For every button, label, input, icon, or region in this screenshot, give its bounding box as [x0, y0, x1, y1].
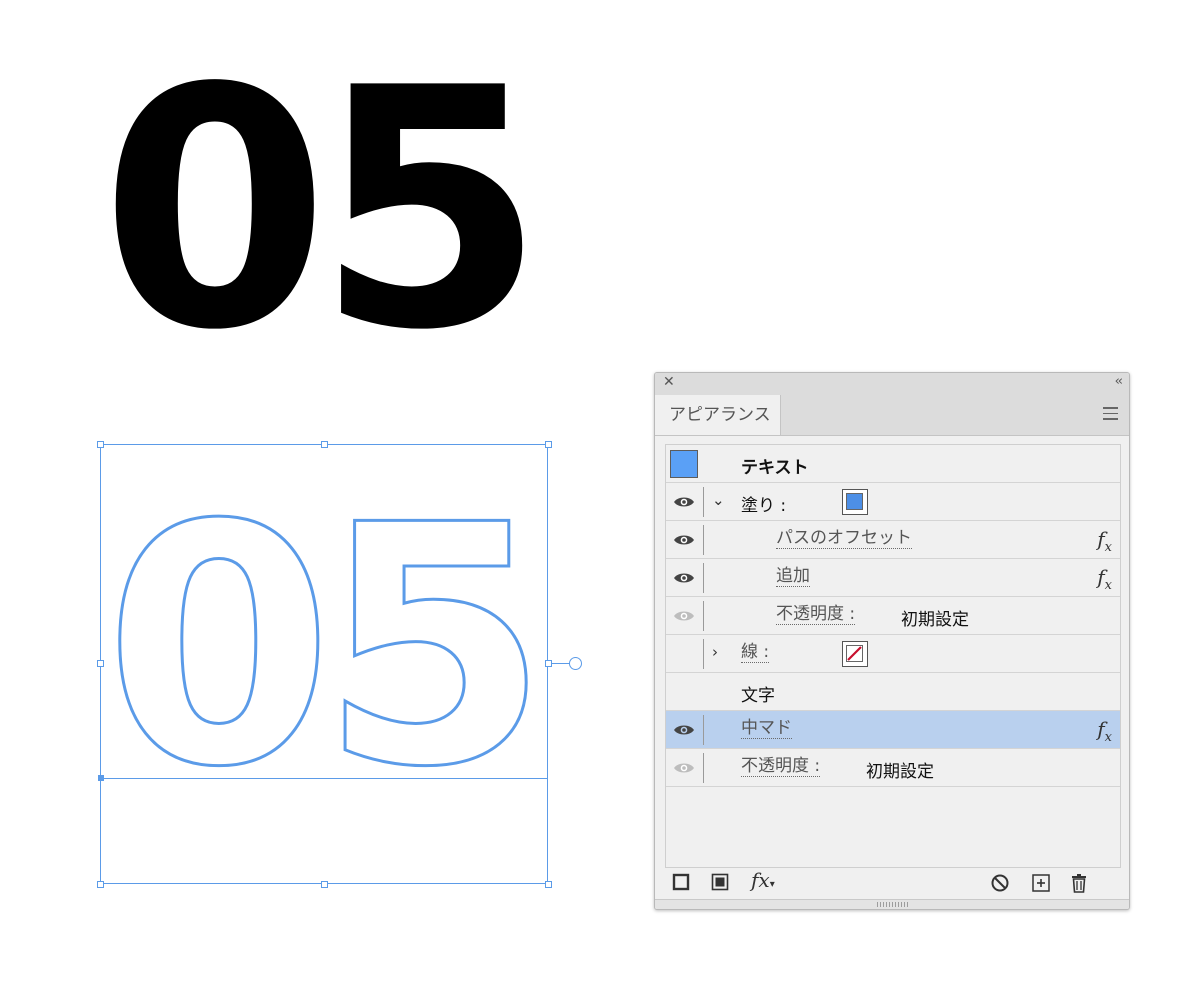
- row-stroke[interactable]: › 線 :: [666, 635, 1120, 673]
- row-label: 文字: [741, 686, 775, 706]
- effect-link[interactable]: パスのオフセット: [776, 529, 912, 549]
- row-fill[interactable]: ⌄ 塗り :: [666, 483, 1120, 521]
- row-divider: [703, 715, 704, 745]
- panel-menu-icon[interactable]: [1103, 403, 1121, 425]
- stroke-none-swatch[interactable]: [842, 641, 868, 667]
- fx-icon: fx: [1097, 527, 1112, 555]
- handle-bottom-center[interactable]: [321, 881, 328, 888]
- fx-icon: fx: [1097, 717, 1112, 745]
- opacity-link[interactable]: 不透明度 :: [776, 605, 856, 625]
- appearance-panel: ✕ ‹‹ アピアランス テキスト ⌄ 塗り : パスのオフセット fx 追加 f…: [654, 372, 1130, 910]
- text-thumbnail-swatch: [670, 450, 698, 478]
- fx-icon: fx: [1097, 565, 1112, 593]
- trash-icon[interactable]: [1067, 871, 1091, 895]
- row-divider: [703, 525, 704, 555]
- eye-icon[interactable]: [666, 521, 704, 558]
- text-threading-port[interactable]: [569, 657, 582, 670]
- eye-icon[interactable]: [666, 483, 704, 520]
- row-text-object[interactable]: テキスト: [666, 445, 1120, 483]
- row-fill-opacity[interactable]: 不透明度 : 初期設定: [666, 597, 1120, 635]
- handle-top-right[interactable]: [545, 441, 552, 448]
- chevron-right-icon[interactable]: ›: [712, 643, 718, 661]
- add-fill-icon[interactable]: [709, 871, 733, 895]
- opacity-value: 初期設定: [866, 762, 934, 782]
- fill-color-chip: [846, 493, 863, 510]
- row-add[interactable]: 追加 fx: [666, 559, 1120, 597]
- duplicate-icon[interactable]: [1029, 871, 1053, 895]
- row-characters[interactable]: 文字: [666, 673, 1120, 711]
- appearance-list: テキスト ⌄ 塗り : パスのオフセット fx 追加 fx 不透明度: 初期設…: [665, 444, 1121, 868]
- row-label: テキスト: [741, 458, 809, 478]
- dropdown-caret-icon: ▾: [769, 879, 775, 890]
- row-naka-mado[interactable]: 中マド fx: [666, 711, 1120, 749]
- add-effect-button[interactable]: fx▾: [751, 868, 775, 892]
- handle-top-left[interactable]: [97, 441, 104, 448]
- solid-number-text[interactable]: 05: [100, 40, 570, 380]
- row-divider: [703, 563, 704, 593]
- collapse-icon[interactable]: ‹‹: [1115, 374, 1124, 389]
- row-divider: [703, 753, 704, 783]
- fill-color-swatch[interactable]: [842, 489, 868, 515]
- panel-tabbar: アピアランス: [655, 395, 1129, 436]
- grip-lines: [877, 902, 909, 907]
- stroke-none-chip: [846, 645, 863, 662]
- add-stroke-icon[interactable]: [670, 871, 694, 895]
- row-offset-path[interactable]: パスのオフセット fx: [666, 521, 1120, 559]
- selection-bounding-box[interactable]: [100, 444, 548, 884]
- effect-link[interactable]: 中マド: [741, 719, 792, 739]
- row-divider: [703, 487, 704, 517]
- text-baseline: [100, 778, 548, 779]
- row-divider: [703, 601, 704, 631]
- handle-middle-right[interactable]: [545, 660, 552, 667]
- opacity-value: 初期設定: [901, 610, 969, 630]
- chevron-down-icon[interactable]: ⌄: [712, 491, 725, 509]
- eye-icon-dimmed[interactable]: [666, 597, 704, 634]
- panel-footer: fx▾: [655, 868, 1129, 898]
- panel-resize-grip[interactable]: [655, 899, 1129, 909]
- baseline-anchor: [98, 775, 104, 781]
- eye-icon-dimmed[interactable]: [666, 749, 704, 786]
- stroke-link[interactable]: 線 :: [741, 643, 770, 663]
- clear-icon[interactable]: [988, 871, 1012, 895]
- panel-titlebar[interactable]: ✕ ‹‹: [655, 373, 1129, 396]
- fx-label: fx: [751, 868, 770, 892]
- handle-top-center[interactable]: [321, 441, 328, 448]
- row-label: 塗り :: [741, 496, 787, 516]
- row-opacity[interactable]: 不透明度 : 初期設定: [666, 749, 1120, 787]
- opacity-link[interactable]: 不透明度 :: [741, 757, 821, 777]
- row-divider: [703, 639, 704, 669]
- handle-bottom-right[interactable]: [545, 881, 552, 888]
- handle-middle-left[interactable]: [97, 660, 104, 667]
- eye-icon[interactable]: [666, 711, 704, 748]
- eye-icon[interactable]: [666, 559, 704, 596]
- tab-appearance[interactable]: アピアランス: [655, 395, 781, 435]
- text-threading-line: [552, 663, 570, 664]
- handle-bottom-left[interactable]: [97, 881, 104, 888]
- close-icon[interactable]: ✕: [663, 374, 675, 390]
- effect-link[interactable]: 追加: [776, 567, 810, 587]
